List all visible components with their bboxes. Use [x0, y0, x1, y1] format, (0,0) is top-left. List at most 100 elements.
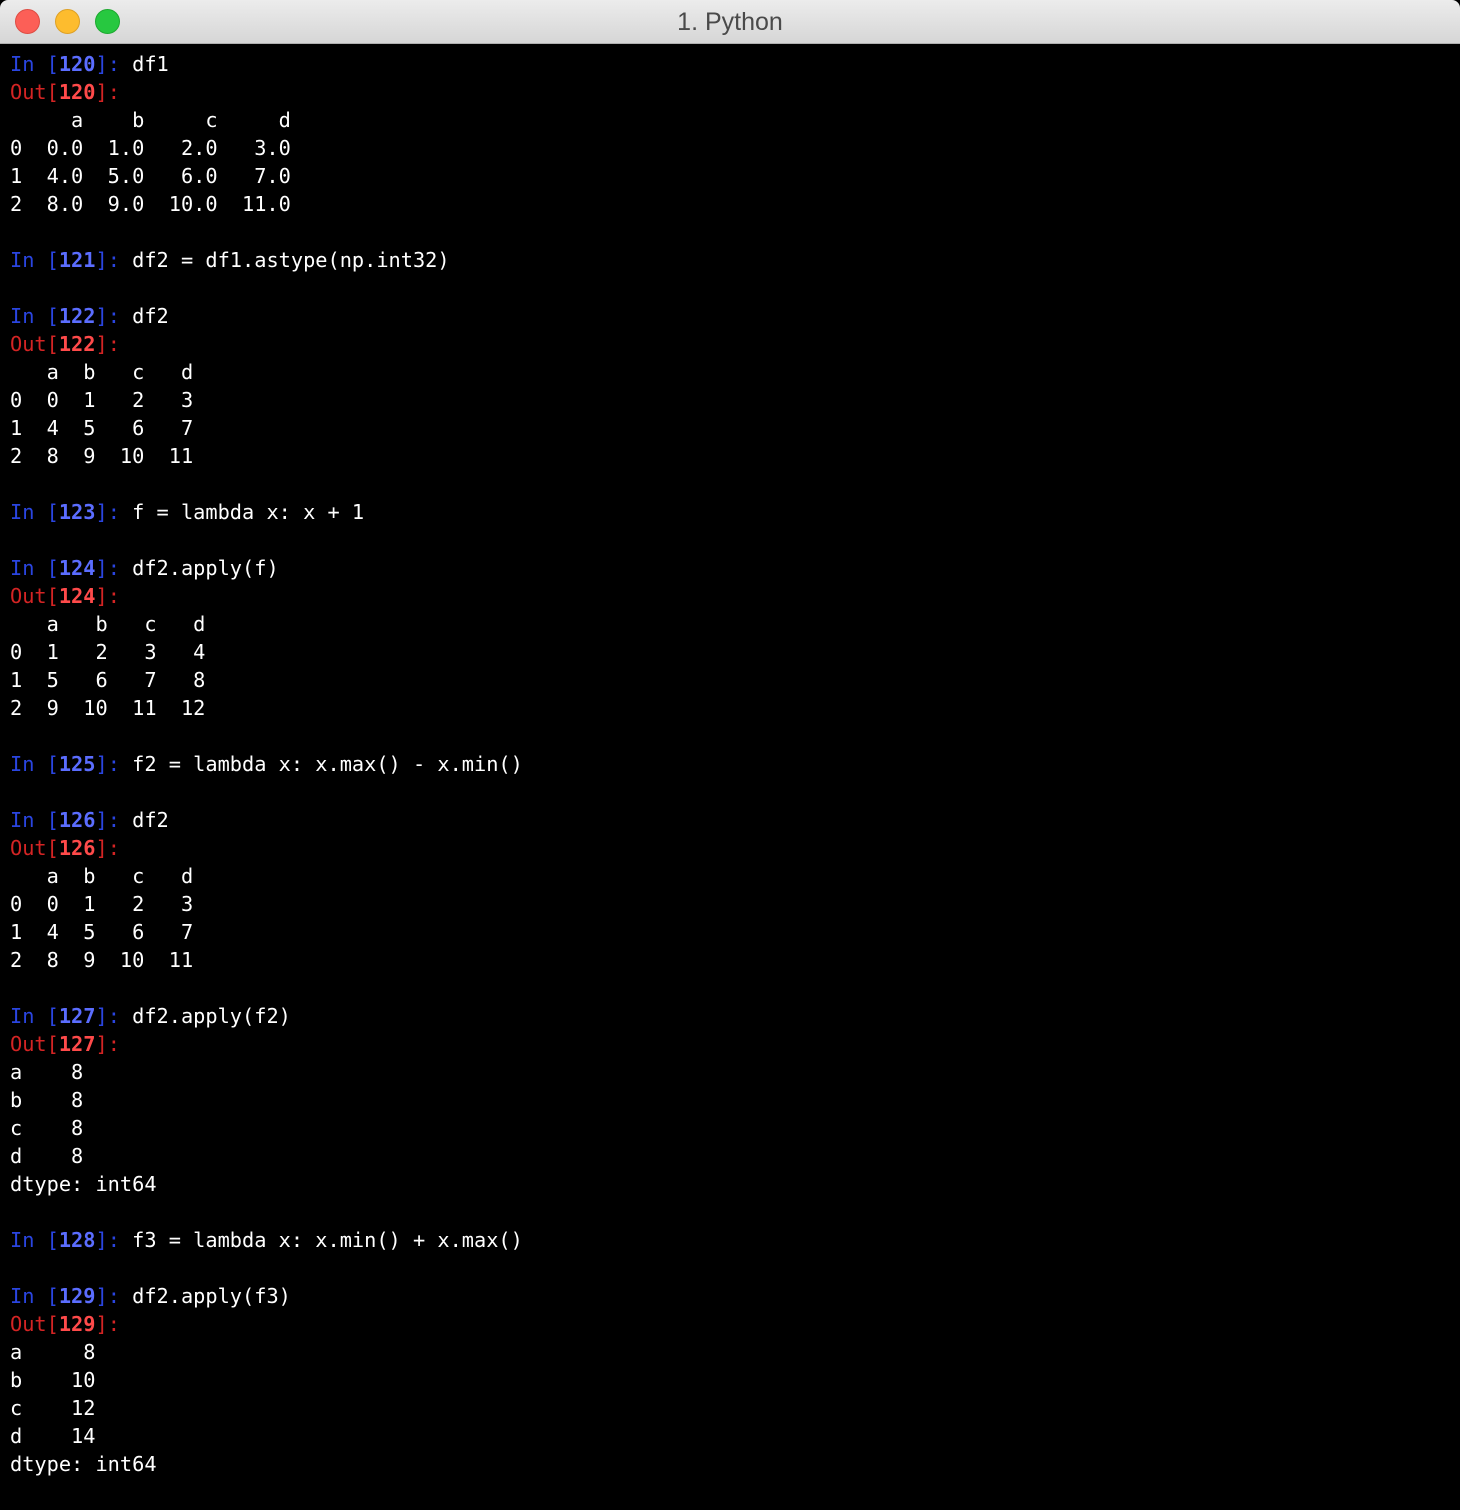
input-code: df2	[132, 304, 169, 328]
in-prompt-number: 123	[58, 500, 96, 524]
in-prompt-label: ]:	[95, 1284, 133, 1308]
terminal-output[interactable]: In [120]: df1 Out[120]: a b c d0 0.0 1.0 …	[10, 50, 1450, 1500]
input-code: df2.apply(f3)	[132, 1284, 291, 1308]
in-prompt-label: ]:	[95, 808, 133, 832]
out-prompt-number: 126	[58, 836, 96, 860]
output-text-line: a 8	[10, 1060, 84, 1084]
output-text-line: 2 8 9 10 11	[10, 444, 194, 468]
out-prompt-label: ]:	[95, 584, 120, 608]
input-prompt-line: In [125]: f2 = lambda x: x.max() - x.min…	[10, 750, 1450, 778]
in-prompt-label: ]:	[95, 752, 133, 776]
input-prompt-line: In [122]: df2	[10, 302, 1450, 330]
in-prompt-label: In [	[10, 808, 59, 832]
output-text-line: 0 0.0 1.0 2.0 3.0	[10, 136, 291, 160]
in-prompt-number: 127	[58, 1004, 96, 1028]
out-prompt-label: ]:	[95, 80, 120, 104]
in-prompt-label: In [	[10, 500, 59, 524]
out-prompt-label: ]:	[95, 1032, 120, 1056]
out-prompt-label: ]:	[95, 332, 120, 356]
out-prompt-label: Out[	[10, 80, 59, 104]
in-prompt-label: ]:	[95, 52, 133, 76]
in-prompt-number: 125	[58, 752, 96, 776]
output-text-line: b 10	[10, 1368, 96, 1392]
out-prompt-label: Out[	[10, 836, 59, 860]
output-text-line: 0 0 1 2 3	[10, 388, 194, 412]
in-prompt-number: 124	[58, 556, 96, 580]
in-prompt-label: In [	[10, 52, 59, 76]
input-code: df2.apply(f2)	[132, 1004, 291, 1028]
input-prompt-line: In [126]: df2	[10, 806, 1450, 834]
output-prompt-line: Out[127]:	[10, 1030, 1450, 1058]
output-prompt-line: Out[124]:	[10, 582, 1450, 610]
output-text-line: 0 0 1 2 3	[10, 892, 194, 916]
output-text-line: a b c d	[10, 108, 291, 132]
input-prompt-line: In [123]: f = lambda x: x + 1	[10, 498, 1450, 526]
in-prompt-label: In [	[10, 1284, 59, 1308]
out-prompt-label: Out[	[10, 332, 59, 356]
input-code: df2.apply(f)	[132, 556, 279, 580]
output-text-line: 1 4 5 6 7	[10, 416, 194, 440]
out-prompt-number: 124	[58, 584, 96, 608]
out-prompt-label: ]:	[95, 1312, 120, 1336]
output-text-line: 1 4 5 6 7	[10, 920, 194, 944]
out-prompt-label: Out[	[10, 1312, 59, 1336]
output-text-line: c 12	[10, 1396, 96, 1420]
input-code: f2 = lambda x: x.max() - x.min()	[132, 752, 523, 776]
output-text-line: 1 4.0 5.0 6.0 7.0	[10, 164, 291, 188]
output-prompt-line: Out[122]:	[10, 330, 1450, 358]
in-prompt-number: 128	[58, 1228, 96, 1252]
out-prompt-label: Out[	[10, 584, 59, 608]
in-prompt-label: In [	[10, 304, 59, 328]
input-code: df1	[132, 52, 169, 76]
output-text-line: b 8	[10, 1088, 84, 1112]
in-prompt-number: 121	[58, 248, 96, 272]
output-text-line: a b c d	[10, 864, 194, 888]
output-text-line: d 8	[10, 1144, 84, 1168]
output-prompt-line: Out[120]:	[10, 78, 1450, 106]
in-prompt-label: ]:	[95, 556, 133, 580]
title-bar[interactable]: 1. Python	[0, 0, 1460, 44]
window-title: 1. Python	[677, 8, 783, 36]
in-prompt-label: ]:	[95, 1004, 133, 1028]
in-prompt-label: ]:	[95, 500, 133, 524]
input-prompt-line: In [127]: df2.apply(f2)	[10, 1002, 1450, 1030]
input-code: df2	[132, 808, 169, 832]
in-prompt-number: 129	[58, 1284, 96, 1308]
in-prompt-number: 122	[58, 304, 96, 328]
output-text-line: d 14	[10, 1424, 96, 1448]
in-prompt-label: In [	[10, 248, 59, 272]
output-text-line: 0 1 2 3 4	[10, 640, 206, 664]
in-prompt-label: In [	[10, 752, 59, 776]
in-prompt-label: In [	[10, 1004, 59, 1028]
output-text-line: dtype: int64	[10, 1172, 157, 1196]
output-prompt-line: Out[129]:	[10, 1310, 1450, 1338]
input-prompt-line: In [128]: f3 = lambda x: x.min() + x.max…	[10, 1226, 1450, 1254]
in-prompt-label: ]:	[95, 304, 133, 328]
output-prompt-line: Out[126]:	[10, 834, 1450, 862]
in-prompt-number: 126	[58, 808, 96, 832]
output-text-line: dtype: int64	[10, 1452, 157, 1476]
input-code: f3 = lambda x: x.min() + x.max()	[132, 1228, 523, 1252]
out-prompt-number: 120	[58, 80, 96, 104]
input-code: df2 = df1.astype(np.int32)	[132, 248, 450, 272]
input-code: f = lambda x: x + 1	[132, 500, 365, 524]
output-text-line: a 8	[10, 1340, 96, 1364]
out-prompt-label: ]:	[95, 836, 120, 860]
input-prompt-line: In [129]: df2.apply(f3)	[10, 1282, 1450, 1310]
in-prompt-label: In [	[10, 556, 59, 580]
terminal-window: 1. Python In [120]: df1 Out[120]: a b c d…	[0, 0, 1460, 1510]
in-prompt-label: ]:	[95, 248, 133, 272]
input-prompt-line: In [120]: df1	[10, 50, 1450, 78]
output-text-line: 1 5 6 7 8	[10, 668, 206, 692]
out-prompt-number: 129	[58, 1312, 96, 1336]
out-prompt-number: 127	[58, 1032, 96, 1056]
